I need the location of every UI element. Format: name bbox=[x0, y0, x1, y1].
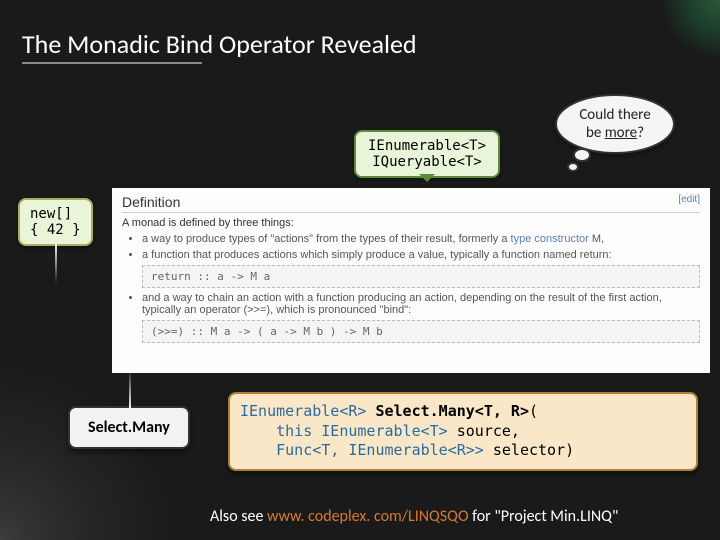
thought-em: more bbox=[605, 124, 637, 142]
title-underline bbox=[22, 62, 202, 64]
code-signature-callout: IEnumerable<R> Select.Many<T, R>( this I… bbox=[228, 392, 698, 471]
code-func-type: Func<T, IEnumerable<R>> bbox=[276, 441, 484, 459]
type-line1: IEnumerable<T> bbox=[368, 138, 486, 154]
thought-line2-suf: ? bbox=[637, 124, 644, 142]
code-method: Select.Many<T, R> bbox=[375, 402, 529, 420]
thought-line2-pre: be bbox=[586, 124, 605, 142]
wiki-b1-post: M, bbox=[589, 233, 604, 245]
selectmany-label: Select.Many bbox=[88, 418, 170, 437]
footnote: Also see www. codeplex. com/LINQSQO for … bbox=[210, 507, 618, 526]
footnote-link[interactable]: www. codeplex. com/LINQSQO bbox=[267, 507, 468, 526]
wiki-heading: Definition [edit] bbox=[122, 194, 700, 213]
wiki-edit-link[interactable]: [edit] bbox=[678, 194, 700, 210]
wiki-code-return: return :: a -> M a bbox=[142, 265, 700, 288]
wiki-type-constructor-link[interactable]: type constructor bbox=[511, 233, 589, 245]
wiki-bullet-3: and a way to chain an action with a func… bbox=[142, 292, 700, 316]
code-ret-type: IEnumerable<R> bbox=[240, 402, 366, 420]
code-src-name: source, bbox=[448, 422, 520, 440]
type-line2: IQueryable<T> bbox=[368, 154, 486, 170]
code-src-type: IEnumerable<T> bbox=[321, 422, 447, 440]
footnote-pre: Also see bbox=[210, 507, 267, 526]
slide-title: The Monadic Bind Operator Revealed bbox=[22, 28, 417, 60]
new-array-callout: new[] { 42 } bbox=[18, 198, 93, 246]
wiki-b1-pre: a way to produce types of "actions" from… bbox=[142, 233, 511, 245]
wiki-heading-text: Definition bbox=[122, 194, 180, 210]
selectmany-callout: Select.Many bbox=[68, 406, 190, 449]
wiki-intro: A monad is defined by three things: bbox=[122, 217, 700, 229]
type-callout: IEnumerable<T> IQueryable<T> bbox=[354, 130, 500, 178]
wiki-bullet-2: a function that produces actions which s… bbox=[142, 249, 700, 261]
wiki-bullet-1: a way to produce types of "actions" from… bbox=[142, 233, 700, 245]
code-this-kw: this bbox=[276, 422, 312, 440]
wiki-definition-box: Definition [edit] A monad is defined by … bbox=[112, 188, 710, 373]
code-sel-name: selector) bbox=[484, 441, 574, 459]
code-paren-open: ( bbox=[529, 402, 538, 420]
wiki-code-bind: (>>=) :: M a -> ( a -> M b ) -> M b bbox=[142, 320, 700, 343]
corner-decoration-bl bbox=[0, 360, 180, 540]
thought-line1: Could there bbox=[579, 106, 650, 124]
thought-bubble: Could there be more? bbox=[555, 94, 675, 154]
corner-decoration-tr bbox=[660, 0, 720, 60]
footnote-post: for "Project Min.LINQ" bbox=[469, 507, 619, 526]
